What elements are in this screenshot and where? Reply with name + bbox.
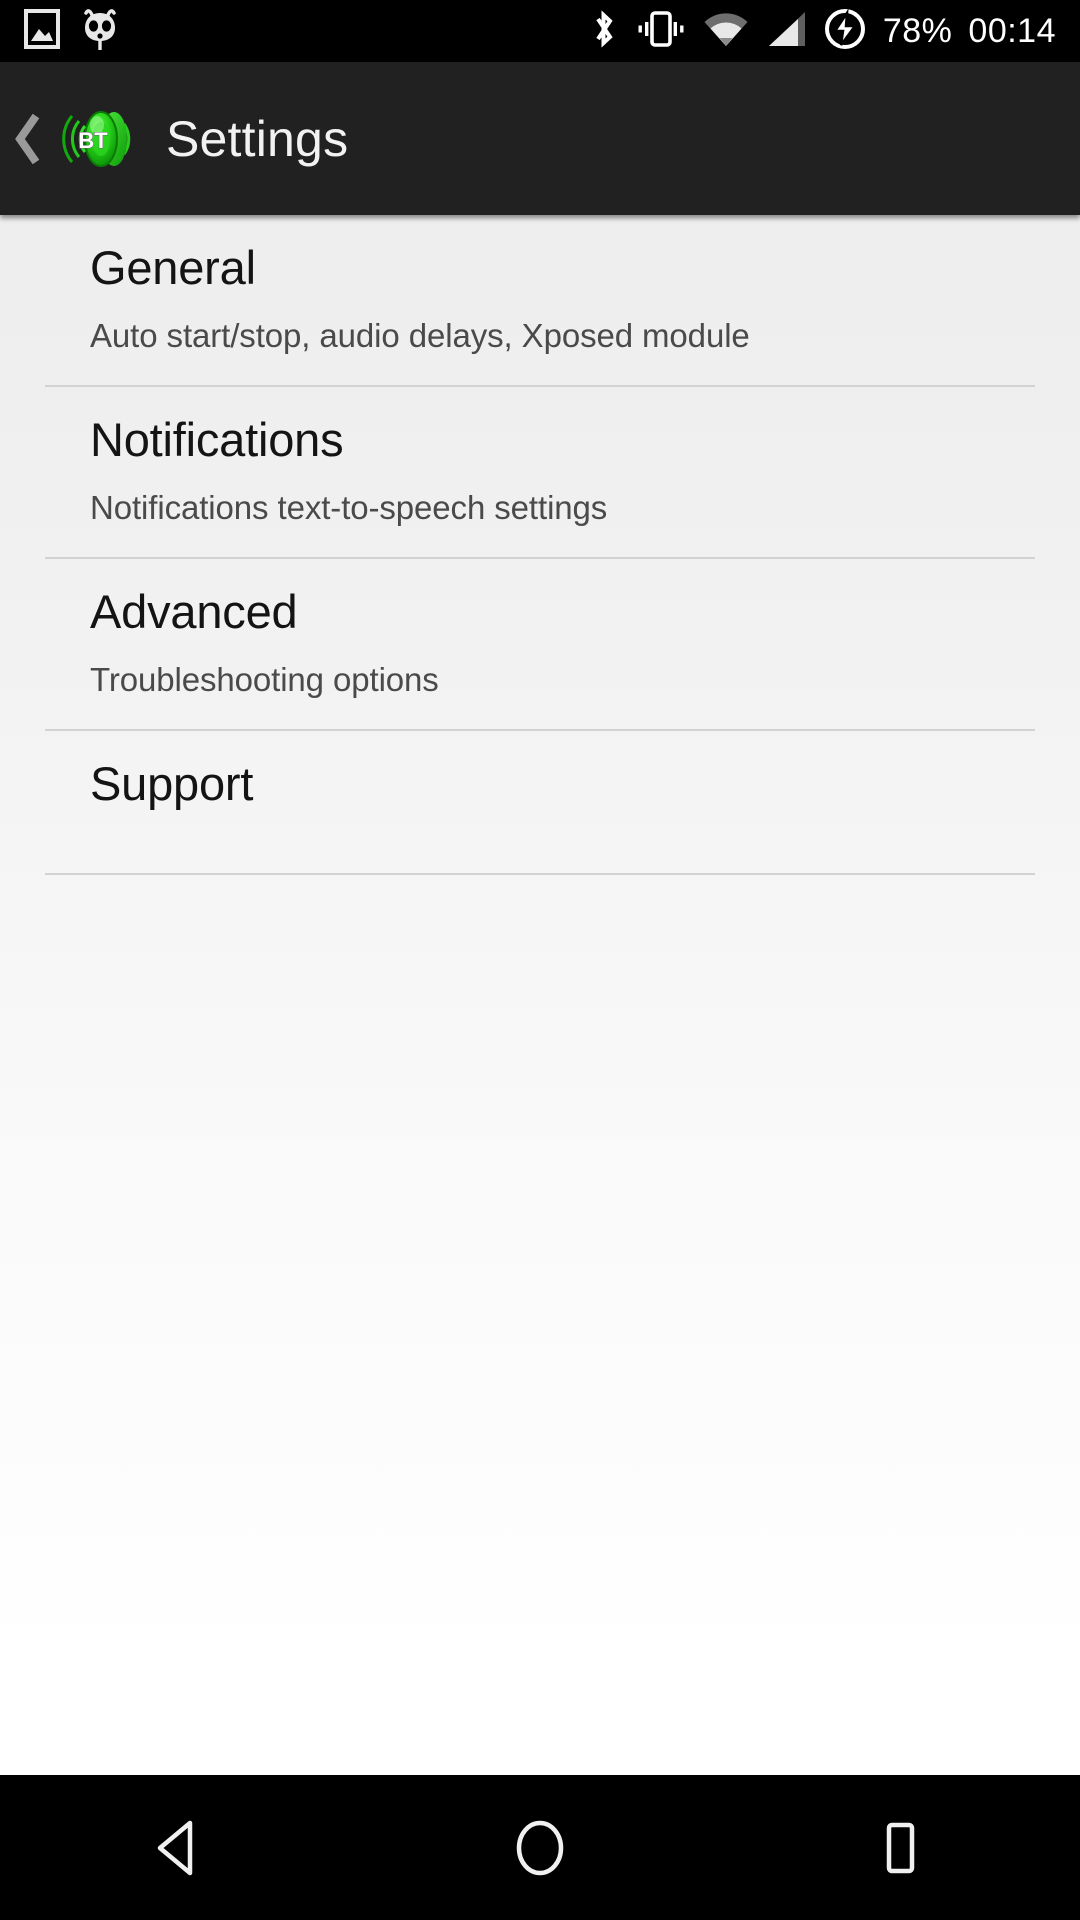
cellular-signal-icon (765, 10, 807, 53)
list-divider (45, 873, 1035, 875)
svg-text:BT: BT (78, 128, 108, 153)
preference-title: Notifications (90, 413, 344, 466)
preference-item-general[interactable]: General Auto start/stop, audio delays, X… (0, 215, 1080, 385)
recents-square-icon (886, 1822, 915, 1873)
battery-charging-icon (823, 7, 867, 56)
bt-speaker-icon: BT (52, 96, 138, 182)
preference-summary: Troubleshooting options (90, 661, 439, 698)
preference-item-advanced[interactable]: Advanced Troubleshooting options (0, 559, 1080, 729)
phone-screen: 78% 00:14 BT Settings General Auto start… (0, 0, 1080, 1920)
preference-summary-spacer (90, 807, 1080, 873)
screenshot-image-icon (24, 8, 60, 54)
chevron-left-icon (15, 113, 40, 164)
page-title: Settings (166, 110, 349, 167)
up-navigation-button[interactable] (0, 62, 52, 215)
nav-back-button[interactable] (0, 1775, 360, 1920)
vibrate-icon (635, 9, 687, 54)
navigation-bar (0, 1775, 1080, 1920)
back-triangle-icon (157, 1820, 193, 1875)
preference-title: General (90, 241, 256, 294)
wifi-icon (703, 10, 749, 53)
cyanogenmod-robot-icon (80, 7, 120, 56)
preference-summary: Notifications text-to-speech settings (90, 489, 608, 526)
status-bar-left-icons (0, 7, 120, 56)
status-bar-right-icons: 78% 00:14 (589, 0, 1056, 62)
battery-percent-label: 78% (882, 12, 953, 50)
bluetooth-icon (589, 7, 619, 56)
preference-list: General Auto start/stop, audio delays, X… (0, 215, 1080, 1775)
preference-title: Support (90, 757, 254, 810)
preference-item-support[interactable]: Support (0, 731, 1080, 873)
clock-label: 00:14 (968, 12, 1056, 50)
home-circle-icon (516, 1820, 564, 1875)
action-bar: BT Settings (0, 62, 1080, 215)
nav-home-button[interactable] (360, 1775, 720, 1920)
preference-title: Advanced (90, 585, 298, 638)
preference-summary: Auto start/stop, audio delays, Xposed mo… (90, 317, 750, 354)
nav-recents-button[interactable] (720, 1775, 1080, 1920)
status-bar: 78% 00:14 (0, 0, 1080, 62)
preference-item-notifications[interactable]: Notifications Notifications text-to-spee… (0, 387, 1080, 557)
